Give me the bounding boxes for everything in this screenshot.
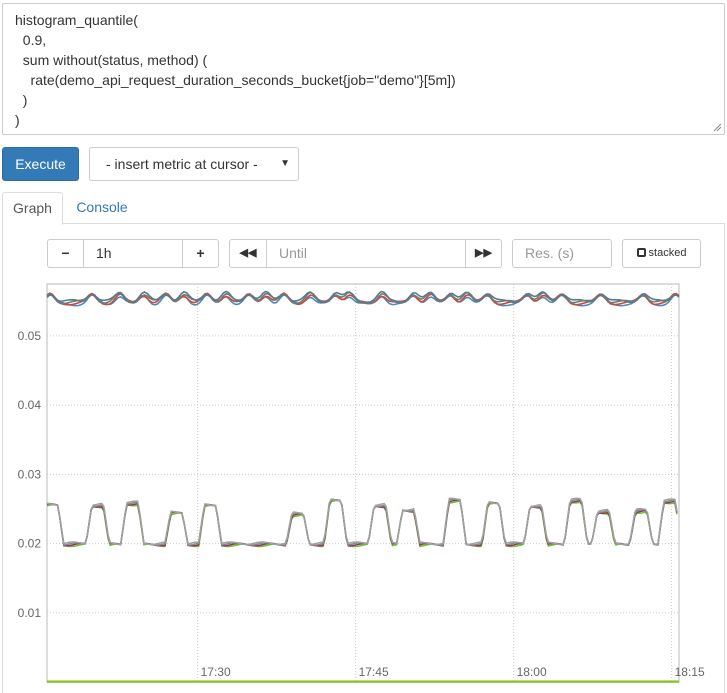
chart-grid <box>46 283 680 683</box>
until-input[interactable]: Until <box>266 239 466 268</box>
insert-metric-select[interactable]: - insert metric at cursor - ▼ <box>89 147 299 181</box>
y-tick-label: 0.04 <box>18 398 42 412</box>
plot-frame <box>46 283 680 683</box>
query-line: ) <box>15 92 28 108</box>
forward-icon: ▶▶ <box>475 247 492 259</box>
chart-axis-labels: 0.01 0.02 0.03 0.04 0.05 17:30 17:45 18:00 18:15 <box>18 329 705 679</box>
x-tick-label: 17:30 <box>201 665 231 679</box>
chart-series <box>46 290 680 683</box>
resolution-input[interactable]: Res. (s) <box>512 239 612 268</box>
query-line: ) <box>15 112 20 128</box>
y-tick-label: 0.03 <box>18 467 42 481</box>
query-editor[interactable]: histogram_quantile( 0.9, sum without(sta… <box>2 3 725 135</box>
range-increase-button[interactable]: + <box>182 239 219 268</box>
stacked-label: stacked <box>648 247 687 259</box>
tab-graph[interactable]: Graph <box>2 192 63 225</box>
execute-button[interactable]: Execute <box>2 147 79 181</box>
query-line: sum without(status, method) ( <box>15 52 208 68</box>
y-tick-label: 0.01 <box>18 606 42 620</box>
y-tick-label: 0.02 <box>18 537 42 551</box>
range-input[interactable]: 1h <box>83 239 183 268</box>
y-tick-label: 0.05 <box>18 329 42 343</box>
x-tick-label: 17:45 <box>359 665 389 679</box>
caret-down-icon: ▼ <box>280 158 290 169</box>
resize-grip-icon[interactable] <box>713 123 722 132</box>
series-line <box>46 497 678 546</box>
x-tick-label: 18:00 <box>517 665 547 679</box>
until-forward-button[interactable]: ▶▶ <box>465 239 502 268</box>
query-line: histogram_quantile( <box>15 12 138 28</box>
insert-metric-label: - insert metric at cursor - <box>106 156 258 172</box>
until-back-button[interactable]: ◀◀ <box>229 239 267 268</box>
query-line: rate(demo_api_request_duration_seconds_b… <box>15 72 456 88</box>
query-line: 0.9, <box>15 32 47 48</box>
stacked-toggle-button[interactable]: stacked <box>622 239 701 268</box>
checkbox-icon <box>636 248 646 257</box>
backward-icon: ◀◀ <box>239 247 257 259</box>
tab-bar: Graph Console <box>2 192 725 225</box>
range-decrease-button[interactable]: − <box>47 239 84 268</box>
tab-console[interactable]: Console <box>66 192 138 224</box>
x-tick-label: 18:15 <box>675 665 705 679</box>
graph-chart[interactable]: 0.01 0.02 0.03 0.04 0.05 17:30 17:45 18:00 18:15 <box>0 280 727 686</box>
